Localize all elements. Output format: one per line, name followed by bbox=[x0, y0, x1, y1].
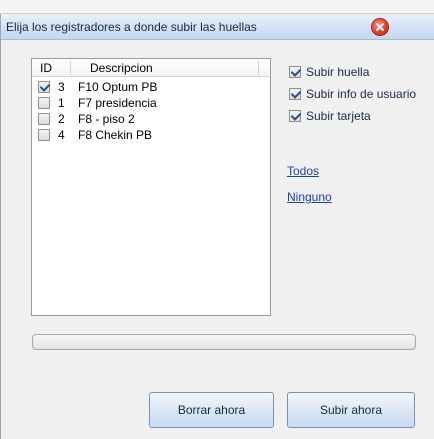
row-descripcion: F10 Optum PB bbox=[78, 80, 158, 94]
checkbox-box[interactable] bbox=[289, 110, 301, 122]
close-icon[interactable] bbox=[371, 18, 389, 36]
upload-fingerprints-dialog: Elija los registradores a donde subir la… bbox=[0, 14, 434, 439]
column-separator[interactable] bbox=[258, 61, 259, 75]
checkbox-label[interactable]: Subir info de usuario bbox=[306, 87, 416, 101]
column-separator[interactable] bbox=[70, 61, 71, 75]
row-checkbox[interactable] bbox=[38, 113, 50, 125]
row-id: 2 bbox=[58, 112, 65, 126]
checkbox-label[interactable]: Subir tarjeta bbox=[306, 109, 371, 123]
subir-ahora-button[interactable]: Subir ahora bbox=[287, 392, 415, 428]
column-header-id[interactable]: ID bbox=[40, 61, 52, 75]
checkbox-box[interactable] bbox=[289, 88, 301, 100]
checkbox-box[interactable] bbox=[289, 66, 301, 78]
row-id: 3 bbox=[58, 80, 65, 94]
row-checkbox[interactable] bbox=[38, 97, 50, 109]
checkbox-label[interactable]: Subir huella bbox=[306, 65, 369, 79]
row-checkbox[interactable] bbox=[38, 129, 50, 141]
row-descripcion: F8 Chekin PB bbox=[78, 128, 153, 142]
row-id: 1 bbox=[58, 96, 65, 110]
row-checkbox[interactable] bbox=[38, 81, 50, 93]
row-descripcion: F7 presidencia bbox=[78, 96, 157, 110]
device-list[interactable]: ID Descripcion 3 F10 Optum PB 1 F7 presi… bbox=[31, 58, 271, 316]
row-id: 4 bbox=[58, 128, 65, 142]
device-list-header: ID Descripcion bbox=[32, 59, 270, 77]
dialog-title: Elija los registradores a donde subir la… bbox=[6, 20, 257, 34]
list-item[interactable]: 4 F8 Chekin PB bbox=[32, 127, 270, 143]
list-item[interactable]: 3 F10 Optum PB bbox=[32, 79, 270, 95]
list-item[interactable]: 2 F8 - piso 2 bbox=[32, 111, 270, 127]
column-header-descripcion[interactable]: Descripcion bbox=[90, 61, 153, 75]
borrar-ahora-button[interactable]: Borrar ahora bbox=[149, 392, 274, 428]
todos-link[interactable]: Todos bbox=[287, 164, 319, 178]
ninguno-link[interactable]: Ninguno bbox=[287, 190, 332, 204]
list-item[interactable]: 1 F7 presidencia bbox=[32, 95, 270, 111]
dialog-titlebar[interactable]: Elija los registradores a donde subir la… bbox=[1, 14, 434, 40]
progress-bar bbox=[32, 334, 416, 350]
row-descripcion: F8 - piso 2 bbox=[78, 112, 135, 126]
background-window-strip bbox=[0, 0, 434, 14]
